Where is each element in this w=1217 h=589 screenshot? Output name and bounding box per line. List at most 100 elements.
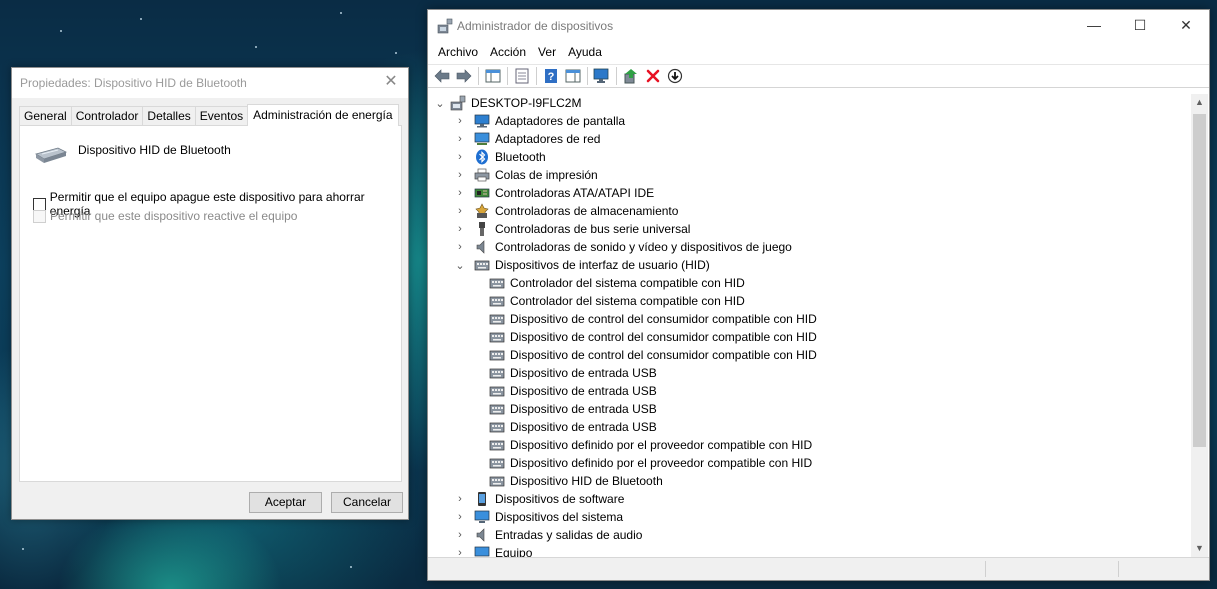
tree-category[interactable]: › Adaptadores de pantalla	[454, 112, 625, 130]
tree-category[interactable]: › Dispositivos de software	[454, 490, 624, 508]
tree-category[interactable]: › Entradas y salidas de audio	[454, 526, 642, 544]
ok-button[interactable]: Aceptar	[249, 492, 322, 513]
scroll-up-icon[interactable]: ▲	[1191, 94, 1208, 111]
close-icon[interactable]: ✕	[1163, 10, 1209, 40]
tree-device[interactable]: Dispositivo de entrada USB	[489, 400, 657, 418]
update-driver-icon[interactable]	[620, 65, 642, 87]
tab-eventos[interactable]: Eventos	[194, 106, 249, 126]
device-label: Controlador del sistema compatible con H…	[510, 294, 745, 308]
tab-detalles[interactable]: Detalles	[142, 106, 196, 126]
tree-device[interactable]: Controlador del sistema compatible con H…	[489, 274, 745, 292]
expand-chevron-icon[interactable]: ›	[454, 205, 466, 217]
expand-chevron-icon[interactable]: ›	[454, 151, 466, 163]
dialog-title: Propiedades: Dispositivo HID de Bluetoot…	[20, 76, 247, 90]
device-label: Dispositivo de entrada USB	[510, 420, 657, 434]
show-hide-console-tree-icon[interactable]	[482, 65, 504, 87]
allow-wake-checkbox	[33, 209, 46, 223]
tree-device[interactable]: Dispositivo definido por el proveedor co…	[489, 436, 812, 454]
scroll-thumb[interactable]	[1193, 114, 1206, 447]
status-bar	[428, 557, 1209, 580]
svg-text:?: ?	[548, 71, 555, 83]
collapse-chevron-icon[interactable]: ⌄	[434, 97, 446, 110]
scroll-down-icon[interactable]: ▼	[1191, 540, 1208, 557]
usb-icon	[474, 221, 490, 237]
vertical-scrollbar[interactable]: ▲ ▼	[1191, 94, 1208, 557]
category-label: Controladoras de almacenamiento	[495, 204, 679, 218]
tree-device[interactable]: Dispositivo HID de Bluetooth	[489, 472, 663, 490]
device-label: Dispositivo definido por el proveedor co…	[510, 438, 813, 452]
expand-chevron-icon[interactable]: ›	[454, 547, 466, 557]
expand-chevron-icon[interactable]: ›	[454, 493, 466, 505]
scan-hardware-icon[interactable]	[591, 65, 613, 87]
collapse-chevron-icon[interactable]: ⌄	[454, 259, 466, 272]
dialog-close-icon[interactable]: ✕	[382, 73, 400, 91]
minimize-icon[interactable]: —	[1071, 10, 1117, 40]
tree-category[interactable]: › Adaptadores de red	[454, 130, 600, 148]
tree-device[interactable]: Dispositivo de control del consumidor co…	[489, 310, 817, 328]
menu-ver[interactable]: Ver	[532, 42, 562, 62]
maximize-icon[interactable]: ☐	[1117, 10, 1163, 40]
display-adapter-icon	[474, 113, 490, 129]
category-label: Equipo	[495, 546, 533, 557]
expand-chevron-icon[interactable]: ›	[454, 241, 466, 253]
expand-chevron-icon[interactable]: ›	[454, 187, 466, 199]
back-arrow-icon[interactable]	[431, 65, 453, 87]
allow-wake-row: Permitir que este dispositivo reactive e…	[33, 209, 297, 223]
tree-device[interactable]: Dispositivo de entrada USB	[489, 418, 657, 436]
tree-device[interactable]: Dispositivo definido por el proveedor co…	[489, 454, 812, 472]
hid-device-icon	[489, 455, 505, 471]
tab-power-management[interactable]: Administración de energía	[247, 104, 399, 126]
bluetooth-icon	[474, 149, 490, 165]
tab-controlador[interactable]: Controlador	[70, 106, 144, 126]
cancel-button[interactable]: Cancelar	[331, 492, 403, 513]
expand-chevron-icon[interactable]: ›	[454, 115, 466, 127]
expand-chevron-icon[interactable]: ›	[454, 133, 466, 145]
help-icon[interactable]: ?	[540, 65, 562, 87]
printer-icon	[474, 167, 490, 183]
expand-chevron-icon[interactable]: ›	[454, 511, 466, 523]
hid-device-icon	[489, 419, 505, 435]
audio-io-icon	[474, 527, 490, 543]
tree-category[interactable]: › Colas de impresión	[454, 166, 598, 184]
computer-name: DESKTOP-I9FLC2M	[471, 96, 582, 110]
tree-device[interactable]: Dispositivo de control del consumidor co…	[489, 346, 817, 364]
category-label: Entradas y salidas de audio	[495, 528, 643, 542]
device-tree: ⌄ DESKTOP-I9FLC2M › Adaptadores de panta…	[430, 94, 1190, 557]
menu-ayuda[interactable]: Ayuda	[562, 42, 608, 62]
tree-category[interactable]: › Bluetooth	[454, 148, 546, 166]
action-pane-icon[interactable]	[562, 65, 584, 87]
computer-icon	[450, 95, 466, 111]
tree-category[interactable]: › Dispositivos del sistema	[454, 508, 623, 526]
tree-category[interactable]: › Controladoras de bus serie universal	[454, 220, 690, 238]
hid-device-icon	[489, 437, 505, 453]
tree-category[interactable]: › Equipo	[454, 544, 532, 557]
tab-general[interactable]: General	[19, 106, 72, 126]
category-label: Colas de impresión	[495, 168, 598, 182]
storage-controller-icon	[474, 203, 490, 219]
tree-category-expanded[interactable]: ⌄ Dispositivos de interfaz de usuario (H…	[454, 256, 709, 274]
dialog-titlebar: Propiedades: Dispositivo HID de Bluetoot…	[12, 68, 408, 98]
tree-root[interactable]: ⌄ DESKTOP-I9FLC2M	[434, 94, 581, 112]
tree-category[interactable]: › Controladoras de sonido y vídeo y disp…	[454, 238, 792, 256]
tree-category[interactable]: › Controladoras ATA/ATAPI IDE	[454, 184, 654, 202]
expand-chevron-icon[interactable]: ›	[454, 223, 466, 235]
expand-chevron-icon[interactable]: ›	[454, 529, 466, 541]
menu-accion[interactable]: Acción	[484, 42, 532, 62]
menu-archivo[interactable]: Archivo	[432, 42, 484, 62]
tree-device[interactable]: Dispositivo de control del consumidor co…	[489, 328, 817, 346]
expand-chevron-icon[interactable]: ›	[454, 169, 466, 181]
uninstall-device-icon[interactable]	[642, 65, 664, 87]
disable-device-icon[interactable]	[664, 65, 686, 87]
hid-device-icon	[489, 347, 505, 363]
device-label: Controlador del sistema compatible con H…	[510, 276, 745, 290]
tree-device[interactable]: Dispositivo de entrada USB	[489, 364, 657, 382]
power-management-panel: Dispositivo HID de Bluetooth Permitir qu…	[19, 125, 402, 482]
hid-device-icon	[489, 383, 505, 399]
properties-sheet-icon[interactable]	[511, 65, 533, 87]
forward-arrow-icon[interactable]	[453, 65, 475, 87]
tree-category[interactable]: › Controladoras de almacenamiento	[454, 202, 678, 220]
toolbar: ?	[428, 64, 1209, 88]
tree-device[interactable]: Dispositivo de entrada USB	[489, 382, 657, 400]
hid-device-icon	[489, 293, 505, 309]
tree-device[interactable]: Controlador del sistema compatible con H…	[489, 292, 745, 310]
